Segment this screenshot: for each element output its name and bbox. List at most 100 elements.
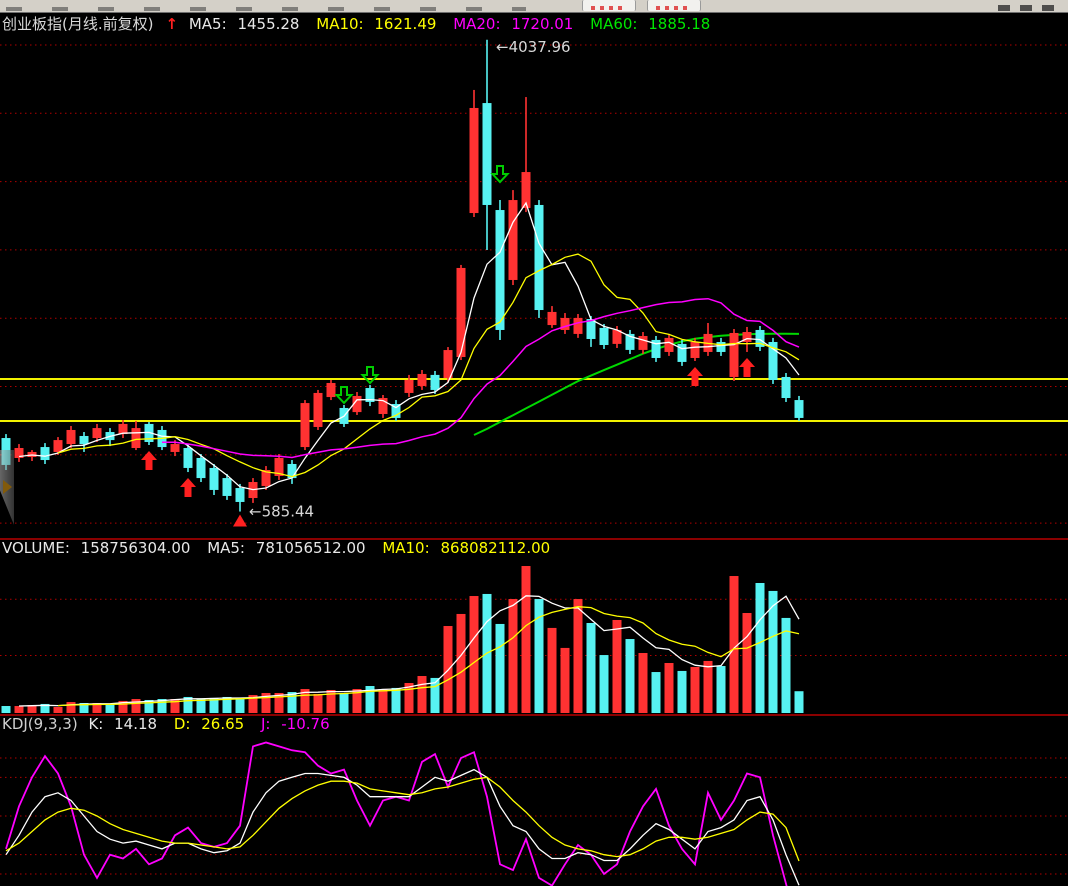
volume-bar <box>522 566 531 713</box>
kdj-k-line <box>6 770 799 886</box>
toolbar-button-1[interactable] <box>582 0 636 11</box>
candle-body <box>639 336 648 350</box>
candle-body <box>54 440 63 452</box>
buy-signal-arrow-icon <box>180 478 196 497</box>
volume-bar <box>613 620 622 713</box>
volume-header: VOLUME: 158756304.00 MA5: 781056512.00 M… <box>2 539 562 557</box>
volume-bar <box>717 666 726 713</box>
candle-body <box>418 374 427 386</box>
candle-body <box>93 428 102 438</box>
volume-bar <box>392 688 401 713</box>
candle-body <box>730 333 739 377</box>
ma10-readout: MA10: 1621.49 <box>316 15 442 33</box>
trend-up-arrow-icon: ↑ <box>165 15 178 33</box>
expand-arrow-icon <box>3 480 12 494</box>
button-label-remnant <box>656 6 692 10</box>
candle-body <box>496 210 505 330</box>
ma20-readout: MA20: 1720.01 <box>453 15 579 33</box>
candle-body <box>548 312 557 325</box>
ma5-readout: MA5: 1455.28 <box>189 15 306 33</box>
candle-body <box>483 103 492 205</box>
candle-body <box>470 108 479 213</box>
volume-bar <box>756 583 765 713</box>
buy-signal-arrow-icon <box>141 451 157 470</box>
candle-body <box>535 205 544 310</box>
volume-bar <box>197 699 206 713</box>
volume-bar <box>626 639 635 713</box>
candle-body <box>691 342 700 358</box>
volume-bar <box>548 628 557 713</box>
candle-body <box>574 318 583 334</box>
kdj-j-line <box>6 743 799 886</box>
volume-bar <box>470 596 479 713</box>
trough-price-annotation: ←585.44 <box>249 503 314 521</box>
kdj-pane[interactable] <box>0 731 1068 886</box>
volume-bar <box>314 694 323 713</box>
sell-signal-arrow-icon <box>337 387 352 403</box>
candle-body <box>327 383 336 397</box>
ma60-readout: MA60: 1885.18 <box>590 15 716 33</box>
candle-body <box>184 448 193 468</box>
menu-items-remnant <box>6 7 526 11</box>
ma10-line <box>58 254 799 477</box>
volume-bar <box>743 613 752 713</box>
volume-pane[interactable] <box>0 558 1068 713</box>
candle-body <box>67 430 76 444</box>
candle-body <box>223 478 232 496</box>
volume-bar <box>509 599 518 713</box>
candle-body <box>600 328 609 345</box>
candle-body <box>41 447 50 460</box>
volume-bar <box>691 667 700 713</box>
volume-bar <box>587 623 596 713</box>
peak-price-annotation: ←4037.96 <box>496 38 571 56</box>
sell-signal-arrow-icon <box>363 367 378 383</box>
main-chart-svg[interactable]: ←4037.96 ←585.44 <box>0 33 1068 538</box>
volume-bar <box>678 671 687 713</box>
candle-body <box>795 400 804 418</box>
volume-bar <box>457 614 466 713</box>
volume-bar <box>496 624 505 713</box>
main-chart-header: 创业板指(月线.前复权) ↑ MA5: 1455.28 MA10: 1621.49… <box>2 13 722 34</box>
volume-bar <box>652 672 661 713</box>
candle-body <box>587 319 596 339</box>
kdj-chart-svg[interactable] <box>0 731 1068 886</box>
volume-bar <box>639 653 648 713</box>
volume-chart-svg[interactable] <box>0 558 1068 713</box>
candle-body <box>665 338 674 352</box>
buy-signal-arrow-icon <box>687 367 703 386</box>
volume-bar <box>236 699 245 713</box>
volume-bar <box>561 648 570 713</box>
volume-bar <box>15 706 24 713</box>
volume-bar <box>418 676 427 713</box>
volume-bar <box>340 693 349 713</box>
volume-bar <box>132 699 141 713</box>
window-controls-remnant <box>998 5 1064 11</box>
volume-bar <box>665 663 674 713</box>
main-chart-pane[interactable]: ←4037.96 ←585.44 <box>0 33 1068 538</box>
volume-bar <box>106 704 115 713</box>
candle-body <box>509 200 518 280</box>
menu-toolbar[interactable] <box>0 0 1068 13</box>
volume-bar <box>600 655 609 713</box>
candle-body <box>132 428 141 448</box>
candle-body <box>197 458 206 478</box>
buy-signal-arrow-icon <box>739 358 755 377</box>
button-label-remnant <box>591 6 627 10</box>
candle-body <box>210 468 219 490</box>
volume-readout: VOLUME: 158756304.00 <box>2 539 196 557</box>
symbol-title: 创业板指(月线.前复权) <box>2 15 153 33</box>
candle-body <box>314 393 323 427</box>
trading-terminal-window: 创业板指(月线.前复权) ↑ MA5: 1455.28 MA10: 1621.49… <box>0 0 1068 886</box>
kdj-d-line <box>6 777 799 861</box>
volume-bar <box>704 661 713 713</box>
candle-body <box>80 436 89 444</box>
volume-bar <box>54 707 63 713</box>
toolbar-button-2[interactable] <box>647 0 701 11</box>
volume-bar <box>795 691 804 713</box>
candle-body <box>782 377 791 398</box>
volume-ma5-readout: MA5: 781056512.00 <box>207 539 371 557</box>
volume-bar <box>574 599 583 713</box>
volume-ma10-line <box>58 607 799 706</box>
candle-body <box>236 488 245 502</box>
candle-body <box>717 342 726 352</box>
